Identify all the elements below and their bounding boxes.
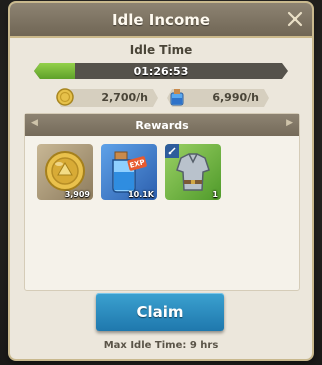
reward-item-gold[interactable]: 3,909 (37, 144, 93, 200)
idle-timer: 01:26:53 (133, 64, 189, 78)
dialog-header: Idle Income (10, 3, 312, 38)
reward-count: 10.1K (128, 190, 154, 199)
gold-rate-value: 2,700/h (101, 91, 148, 104)
idle-income-dialog: Idle Income Idle Time 01:26:53 2,700/h 6… (10, 3, 312, 359)
reward-item-exp[interactable]: EXP 10.1K (101, 144, 157, 200)
max-idle-time-text: Max Idle Time: 9 hrs (103, 340, 219, 351)
left-arrow-icon: ◀ (31, 118, 38, 128)
game-background: Idle Income Idle Time 01:26:53 2,700/h 6… (0, 0, 322, 365)
close-icon (287, 11, 303, 27)
reward-count: 1 (212, 190, 218, 199)
exp-potion-icon (166, 86, 188, 108)
sword-icon (168, 147, 176, 155)
dialog-title: Idle Income (111, 10, 211, 29)
idle-time-label: Idle Time (129, 43, 193, 57)
gold-coin-icon (54, 86, 76, 108)
reward-item-armor[interactable]: 1 (165, 144, 221, 200)
close-button[interactable] (284, 8, 306, 30)
claim-button[interactable]: Claim (96, 293, 224, 331)
equipment-badge (165, 144, 179, 158)
rewards-title: Rewards (135, 118, 189, 132)
idle-progress-bar: 01:26:53 (34, 63, 288, 79)
exp-rate-value: 6,990/h (212, 91, 259, 104)
rewards-panel: ◀ Rewards ▶ 3,909 EXP 10.1K 1 (24, 113, 300, 291)
right-arrow-icon: ▶ (286, 118, 293, 128)
reward-count: 3,909 (64, 190, 90, 199)
rewards-header: ◀ Rewards ▶ (25, 114, 299, 136)
